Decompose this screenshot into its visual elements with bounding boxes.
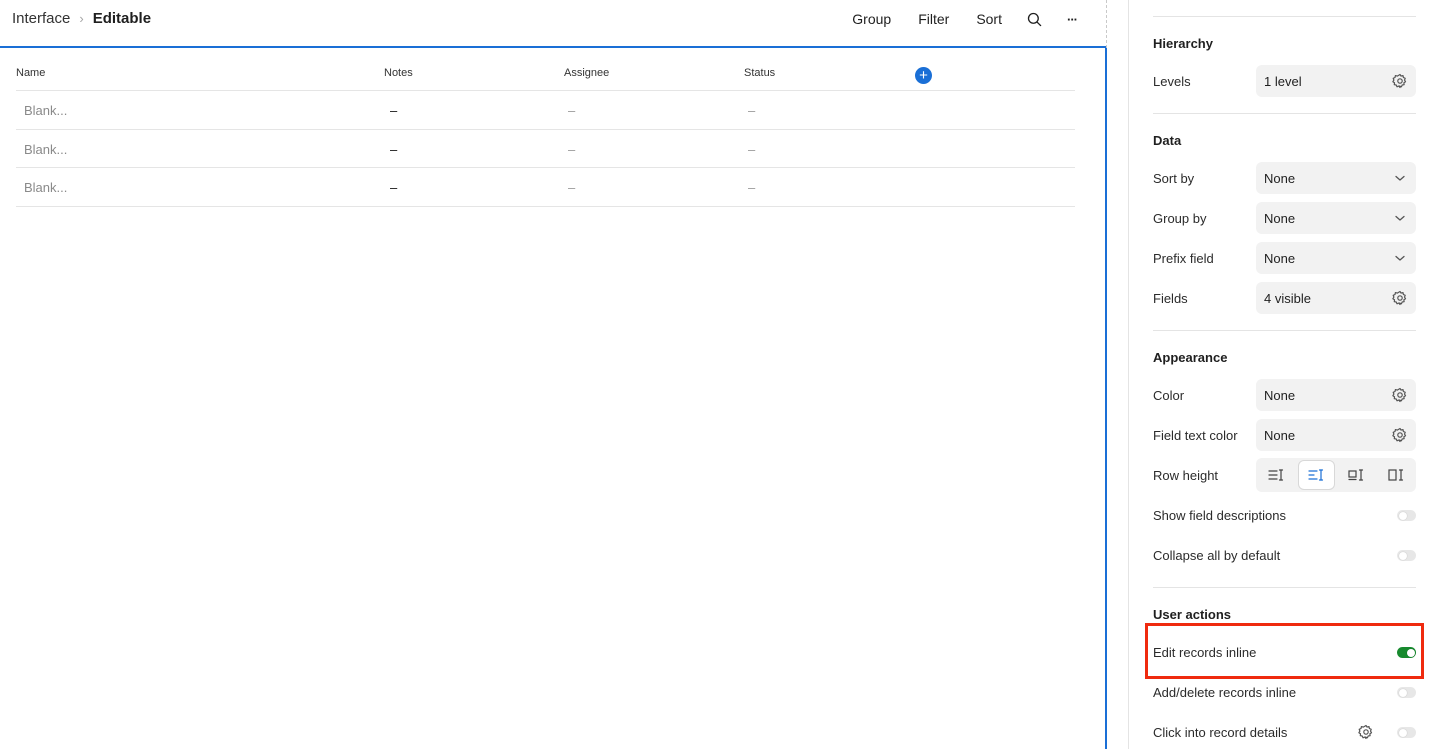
divider	[1153, 16, 1416, 17]
collapse-all-label: Collapse all by default	[1153, 548, 1281, 563]
chevron-down-icon	[1392, 210, 1408, 226]
row-height-medium-icon[interactable]	[1297, 460, 1335, 490]
levels-field[interactable]: 1 level	[1256, 65, 1416, 97]
gear-icon[interactable]	[1358, 724, 1374, 740]
fields-label: Fields	[1153, 291, 1188, 306]
table-row[interactable]: Blank... – – –	[16, 168, 1075, 207]
more-icon[interactable]: ···	[1067, 12, 1078, 27]
group-by-value: None	[1264, 210, 1296, 226]
frame-divider	[1106, 0, 1107, 48]
selection-frame-edge	[1105, 48, 1107, 749]
levels-value: 1 level	[1264, 73, 1302, 89]
sort-button[interactable]: Sort	[976, 11, 1002, 27]
cell-notes[interactable]: –	[390, 180, 397, 195]
table-row[interactable]: Blank... – – –	[16, 91, 1075, 130]
color-field[interactable]: None	[1256, 379, 1416, 411]
divider	[1153, 113, 1416, 114]
field-text-color-field[interactable]: None	[1256, 419, 1416, 451]
column-header-assignee[interactable]: Assignee	[564, 67, 609, 79]
cell-status[interactable]: –	[748, 142, 755, 157]
chevron-down-icon	[1392, 250, 1408, 266]
table-header: Name Notes Assignee Status +	[16, 58, 1075, 91]
breadcrumb-current[interactable]: Editable	[93, 10, 151, 27]
section-title-appearance: Appearance	[1153, 350, 1228, 365]
field-text-color-value: None	[1264, 427, 1296, 443]
show-field-descriptions-toggle[interactable]	[1397, 510, 1416, 521]
topbar: Interface › Editable Group Filter Sort ·…	[0, 0, 1107, 48]
cell-assignee[interactable]: –	[568, 142, 575, 157]
section-title-data: Data	[1153, 133, 1182, 148]
row-height-tall-icon[interactable]	[1336, 458, 1376, 492]
column-header-status[interactable]: Status	[744, 67, 775, 79]
group-by-label: Group by	[1153, 211, 1207, 226]
fields-field[interactable]: 4 visible	[1256, 282, 1416, 314]
add-delete-records-toggle[interactable]	[1397, 687, 1416, 698]
row-height-short-icon[interactable]	[1256, 458, 1296, 492]
field-text-color-label: Field text color	[1153, 428, 1238, 443]
table-row[interactable]: Blank... – – –	[16, 130, 1075, 168]
add-column-button[interactable]: +	[915, 67, 932, 84]
color-value: None	[1264, 387, 1296, 403]
color-label: Color	[1153, 388, 1185, 403]
click-into-record-label: Click into record details	[1153, 725, 1288, 740]
cell-name[interactable]: Blank...	[24, 142, 67, 157]
chevron-down-icon	[1392, 170, 1408, 186]
main-area: Interface › Editable Group Filter Sort ·…	[0, 0, 1107, 749]
breadcrumb: Interface › Editable	[12, 10, 151, 27]
group-by-select[interactable]: None	[1256, 202, 1416, 234]
cell-status[interactable]: –	[748, 103, 755, 118]
sort-by-value: None	[1264, 170, 1296, 186]
collapse-all-toggle[interactable]	[1397, 550, 1416, 561]
cell-assignee[interactable]: –	[568, 180, 575, 195]
cell-name[interactable]: Blank...	[24, 103, 67, 118]
sort-by-select[interactable]: None	[1256, 162, 1416, 194]
search-icon[interactable]	[1027, 12, 1042, 27]
row-height-extra-tall-icon[interactable]	[1376, 458, 1416, 492]
edit-records-inline-label: Edit records inline	[1153, 645, 1257, 660]
toolbar: Group Filter Sort ···	[825, 11, 1078, 27]
row-height-label: Row height	[1153, 468, 1219, 483]
cell-name[interactable]: Blank...	[24, 180, 67, 195]
divider	[1153, 330, 1416, 331]
cell-notes[interactable]: –	[390, 103, 397, 118]
cell-assignee[interactable]: –	[568, 103, 575, 118]
group-button[interactable]: Group	[852, 11, 891, 27]
column-header-name[interactable]: Name	[16, 67, 45, 79]
levels-label: Levels	[1153, 74, 1191, 89]
prefix-field-select[interactable]: None	[1256, 242, 1416, 274]
sort-by-label: Sort by	[1153, 171, 1195, 186]
breadcrumb-separator: ›	[79, 11, 84, 26]
app-root: Interface › Editable Group Filter Sort ·…	[0, 0, 1430, 749]
cell-notes[interactable]: –	[390, 142, 397, 157]
gear-icon[interactable]	[1392, 427, 1408, 443]
properties-panel: Hierarchy Levels 1 level Data Sort by No…	[1128, 0, 1430, 749]
add-delete-records-label: Add/delete records inline	[1153, 685, 1297, 700]
breadcrumb-parent[interactable]: Interface	[12, 10, 70, 27]
row-height-segmented-control	[1256, 458, 1416, 492]
gear-icon[interactable]	[1392, 387, 1408, 403]
fields-value: 4 visible	[1264, 290, 1311, 306]
click-into-record-toggle[interactable]	[1397, 727, 1416, 738]
prefix-field-value: None	[1264, 250, 1296, 266]
section-title-user-actions: User actions	[1153, 607, 1232, 622]
section-title-hierarchy: Hierarchy	[1153, 36, 1213, 51]
filter-button[interactable]: Filter	[918, 11, 949, 27]
records-table: Name Notes Assignee Status + Blank... – …	[16, 58, 1075, 207]
divider	[1153, 587, 1416, 588]
prefix-field-label: Prefix field	[1153, 251, 1214, 266]
gear-icon[interactable]	[1392, 73, 1408, 89]
gear-icon[interactable]	[1392, 290, 1408, 306]
show-field-descriptions-label: Show field descriptions	[1153, 508, 1286, 523]
cell-status[interactable]: –	[748, 180, 755, 195]
column-header-notes[interactable]: Notes	[384, 67, 413, 79]
edit-records-inline-toggle[interactable]	[1397, 647, 1416, 658]
